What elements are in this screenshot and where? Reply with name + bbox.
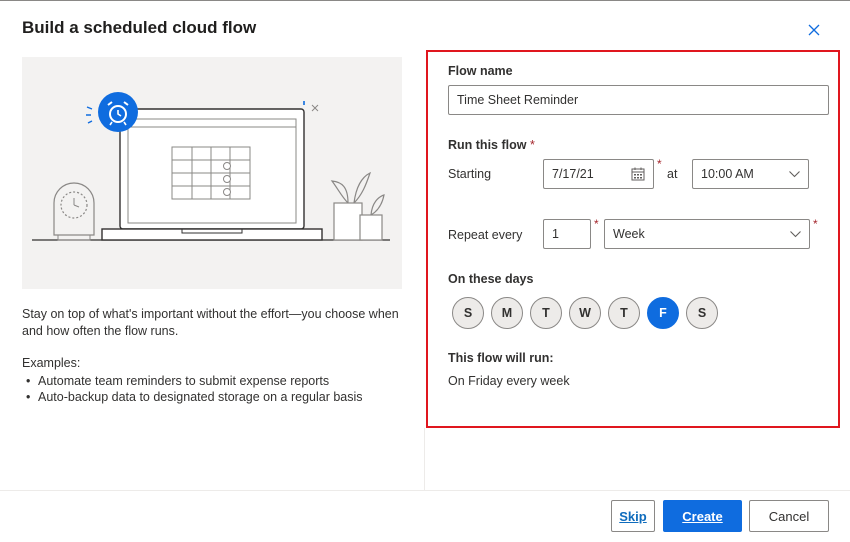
panel-divider — [424, 428, 425, 490]
examples-title: Examples: — [22, 356, 81, 370]
required-marker: * — [657, 157, 662, 171]
flow-description: Stay on top of what's important without … — [22, 307, 399, 338]
summary-label: This flow will run: — [448, 351, 554, 365]
create-button[interactable]: Create — [663, 500, 742, 532]
examples-list: Automate team reminders to submit expens… — [26, 373, 363, 405]
start-date-picker[interactable]: 7/17/21 — [543, 159, 654, 189]
skip-button[interactable]: Skip — [611, 500, 655, 532]
dialog-title: Build a scheduled cloud flow — [22, 18, 257, 37]
list-item: Auto-backup data to designated storage o… — [26, 389, 363, 405]
day-toggle-tuesday[interactable]: T — [530, 297, 562, 329]
illustration — [22, 57, 402, 289]
footer-divider — [0, 490, 850, 491]
start-time-dropdown[interactable]: 10:00 AM — [692, 159, 809, 189]
chevron-down-icon — [789, 170, 800, 177]
day-toggle-sunday[interactable]: S — [452, 297, 484, 329]
list-item: Automate team reminders to submit expens… — [26, 373, 363, 389]
day-toggle-monday[interactable]: M — [491, 297, 523, 329]
flow-name-input[interactable]: Time Sheet Reminder — [448, 85, 829, 115]
at-label: at — [667, 167, 678, 181]
close-button[interactable] — [806, 22, 822, 38]
close-icon — [808, 24, 820, 36]
day-toggle-thursday[interactable]: T — [608, 297, 640, 329]
days-label: On these days — [448, 272, 534, 286]
repeat-unit-value: Week — [613, 227, 645, 241]
day-toggle-wednesday[interactable]: W — [569, 297, 601, 329]
required-marker: * — [594, 217, 599, 231]
chevron-down-icon — [790, 230, 801, 237]
cancel-button[interactable]: Cancel — [749, 500, 829, 532]
run-flow-label: Run this flow * — [448, 138, 535, 152]
summary-value: On Friday every week — [448, 374, 570, 388]
starting-label: Starting — [448, 167, 492, 181]
start-date-value: 7/17/21 — [552, 167, 594, 181]
flow-name-label: Flow name — [448, 64, 513, 78]
start-time-value: 10:00 AM — [701, 167, 754, 181]
day-selector: S M T W T F S — [452, 297, 718, 329]
calendar-icon — [631, 167, 645, 181]
top-border — [0, 0, 850, 1]
day-toggle-saturday[interactable]: S — [686, 297, 718, 329]
day-toggle-friday[interactable]: F — [647, 297, 679, 329]
repeat-interval-input[interactable]: 1 — [543, 219, 591, 249]
repeat-label: Repeat every — [448, 228, 523, 242]
required-marker: * — [813, 217, 818, 231]
repeat-unit-dropdown[interactable]: Week — [604, 219, 810, 249]
